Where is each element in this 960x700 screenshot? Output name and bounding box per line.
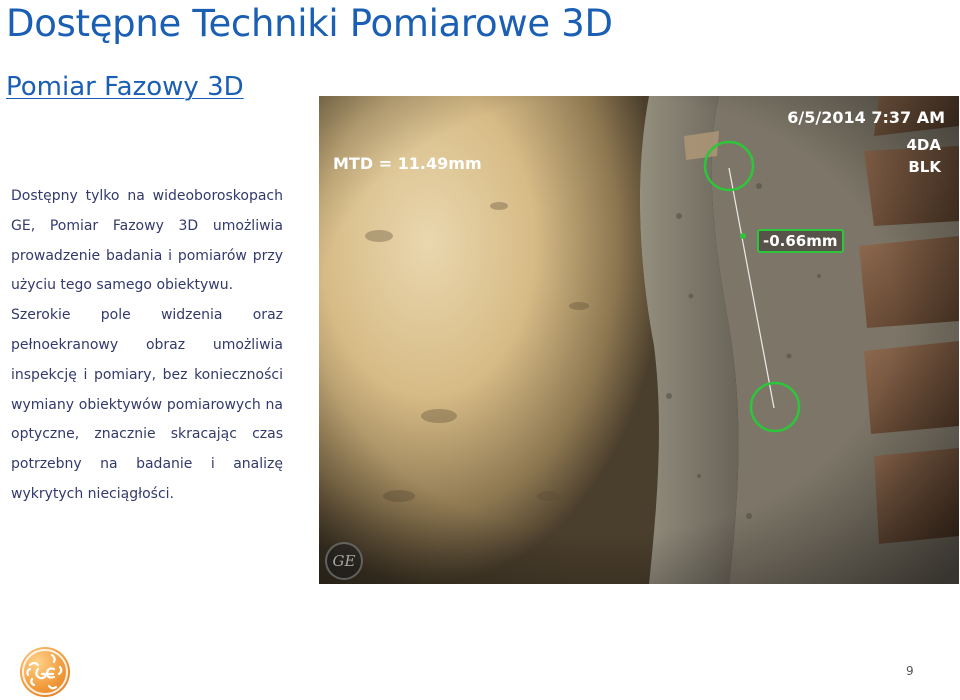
mtd-overlay: MTD = 11.49mm	[333, 154, 482, 173]
borescope-image: 6/5/2014 7:37 AM MTD = 11.49mm 4DA BLK -…	[319, 96, 959, 584]
ge-watermark-icon: GE	[325, 542, 363, 580]
slide-subtitle: Pomiar Fazowy 3D	[6, 72, 244, 102]
slide-title: Dostępne Techniki Pomiarowe 3D	[6, 2, 613, 45]
mode-line-1: 4DA	[906, 136, 942, 154]
mode-overlay: 4DA BLK	[907, 134, 942, 178]
page-number: 9	[906, 664, 914, 678]
ge-logo-icon	[20, 647, 70, 697]
cursor-midpoint[interactable]	[740, 233, 746, 239]
depth-reading: -0.66mm	[757, 229, 844, 253]
mode-line-2: BLK	[908, 158, 941, 176]
datetime-overlay: 6/5/2014 7:37 AM	[787, 108, 945, 127]
description-text: Dostępny tylko na wideoboroskopach GE, P…	[11, 182, 283, 510]
description-paragraph-1: Dostępny tylko na wideoboroskopach GE, P…	[11, 188, 283, 294]
description-paragraph-2: Szerokie pole widzenia oraz pełnoekranow…	[11, 307, 283, 502]
ge-logo-graphic	[22, 649, 68, 695]
